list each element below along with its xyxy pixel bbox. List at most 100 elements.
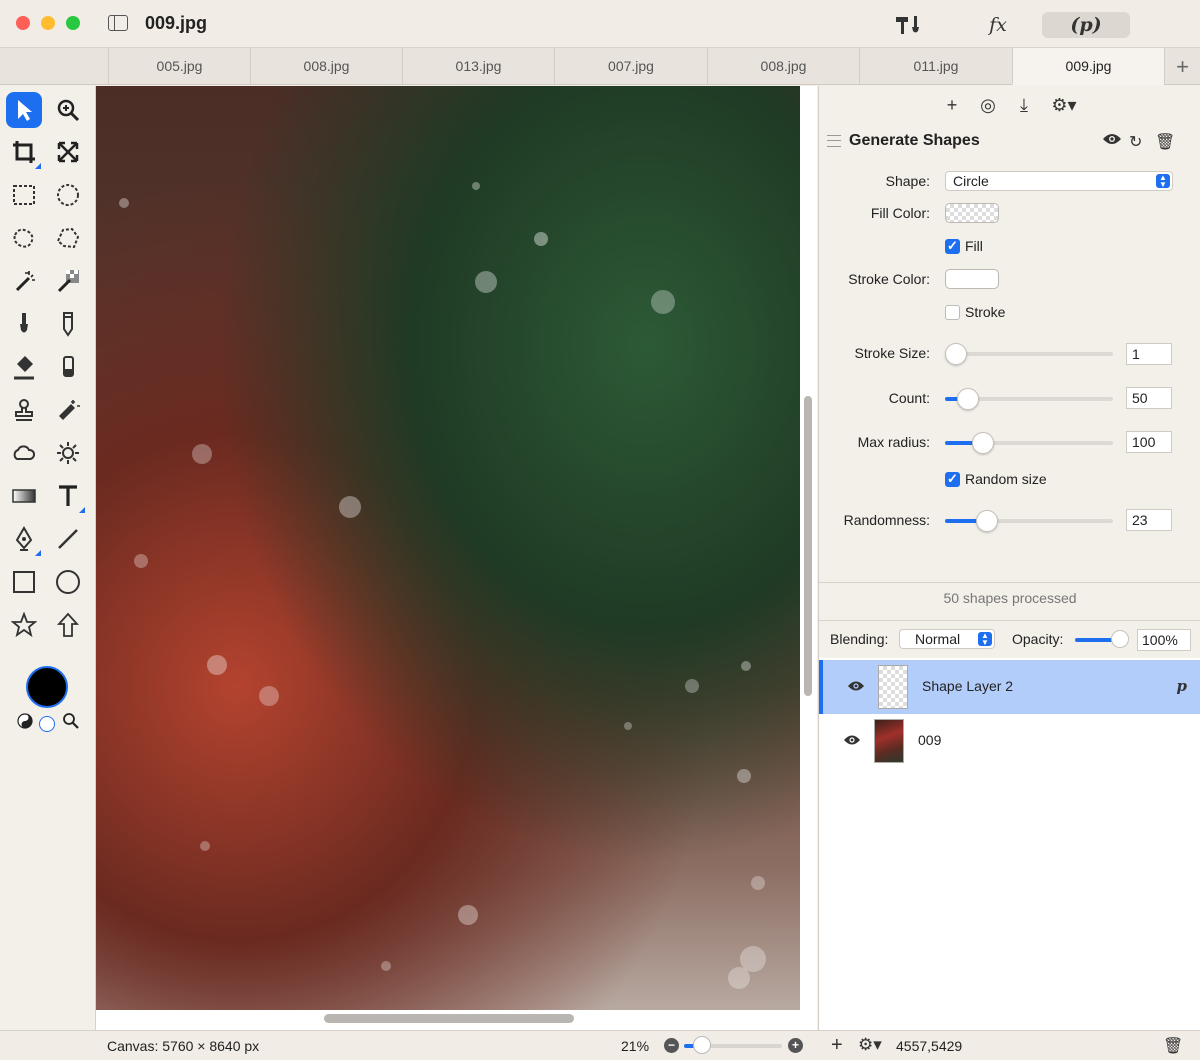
star-shape-icon[interactable] xyxy=(6,607,42,643)
max-radius-slider[interactable] xyxy=(945,432,1113,454)
background-color-swatch[interactable] xyxy=(39,716,55,732)
lasso-icon[interactable] xyxy=(6,220,42,256)
stroke-checkbox[interactable] xyxy=(945,305,960,320)
vertical-scrollbar[interactable] xyxy=(804,396,812,696)
close-window-button[interactable] xyxy=(16,16,30,30)
status-bar: Canvas: 5760 × 8640 px 21% − + + ⚙▾ 4557… xyxy=(0,1030,1200,1060)
stroke-size-field[interactable]: 1 xyxy=(1126,343,1172,365)
tab-009[interactable]: 009.jpg xyxy=(1012,48,1164,85)
gear-icon[interactable]: ⚙▾ xyxy=(1049,95,1079,116)
layer-visibility-eye-icon[interactable] xyxy=(847,680,865,692)
layer-row-009[interactable]: 009 xyxy=(819,714,1200,768)
ellipse-shape-icon[interactable] xyxy=(50,564,86,600)
fill-icon[interactable] xyxy=(6,349,42,385)
shape-select[interactable]: Circle ▲ ▼ xyxy=(945,171,1173,191)
opacity-knob[interactable] xyxy=(1111,630,1129,648)
zoom-out-icon[interactable]: − xyxy=(664,1038,679,1053)
count-field[interactable]: 50 xyxy=(1126,387,1172,409)
download-icon[interactable]: ⤓ xyxy=(1013,95,1035,116)
fill-checkbox[interactable] xyxy=(945,238,960,254)
rect-select-icon[interactable] xyxy=(6,177,42,213)
opacity-field[interactable]: 100% xyxy=(1137,629,1191,651)
zoom-icon[interactable] xyxy=(50,92,86,128)
crop-icon[interactable] xyxy=(6,134,42,170)
pen-icon[interactable] xyxy=(6,521,42,557)
zoom-knob[interactable] xyxy=(693,1036,711,1054)
canvas-size-info: Canvas: 5760 × 8640 px xyxy=(107,1038,260,1054)
random-size-checkbox[interactable] xyxy=(945,471,960,487)
zoom-in-icon[interactable]: + xyxy=(788,1038,803,1053)
fill-color-swatch[interactable] xyxy=(945,203,999,223)
minimize-window-button[interactable] xyxy=(41,16,55,30)
effects-icon[interactable]: ◎ xyxy=(977,95,999,116)
tab-013[interactable]: 013.jpg xyxy=(402,48,554,85)
count-knob[interactable] xyxy=(957,388,979,410)
tab-bar: 005.jpg 008.jpg 013.jpg 007.jpg 008.jpg … xyxy=(0,48,1200,85)
panel-toolbar: + ◎ ⤓ ⚙▾ xyxy=(819,86,1200,124)
polygon-lasso-icon[interactable] xyxy=(50,220,86,256)
effects-button[interactable]: fx xyxy=(980,12,1016,38)
randomness-slider[interactable] xyxy=(945,510,1113,532)
randomness-field[interactable]: 23 xyxy=(1126,509,1172,531)
foreground-color-swatch[interactable] xyxy=(26,666,68,708)
randomness-knob[interactable] xyxy=(976,510,998,532)
canvas-image-placeholder[interactable] xyxy=(96,86,800,1010)
max-radius-field[interactable]: 100 xyxy=(1126,431,1172,453)
tab-007[interactable]: 007.jpg xyxy=(554,48,707,85)
swap-colors-icon[interactable] xyxy=(17,713,33,729)
editor-window: 009.jpg fx (p) 005.jpg 008.jpg 013.jpg 0… xyxy=(0,0,1200,1060)
max-radius-knob[interactable] xyxy=(972,432,994,454)
stroke-size-slider[interactable] xyxy=(945,343,1113,365)
pencil-icon[interactable] xyxy=(50,306,86,342)
gradient-icon[interactable] xyxy=(6,478,42,514)
heal-icon[interactable] xyxy=(50,392,86,428)
transform-icon[interactable] xyxy=(50,134,86,170)
stroke-color-swatch[interactable] xyxy=(945,269,999,289)
tab-005[interactable]: 005.jpg xyxy=(108,48,250,85)
horizontal-scrollbar[interactable] xyxy=(324,1014,574,1023)
tools-button[interactable] xyxy=(890,12,930,38)
canvas-area[interactable] xyxy=(95,86,817,1030)
cloud-icon[interactable] xyxy=(6,435,42,471)
cursor-coordinates: 4557,5429 xyxy=(896,1038,963,1054)
add-layer-icon[interactable]: + xyxy=(831,1034,843,1057)
arrow-shape-icon[interactable] xyxy=(50,607,86,643)
zoom-window-button[interactable] xyxy=(66,16,80,30)
layer-visibility-eye-icon[interactable] xyxy=(843,734,861,746)
color-select-icon[interactable] xyxy=(50,263,86,299)
layer-row-shape-layer-2[interactable]: Shape Layer 2 p xyxy=(819,660,1200,714)
blending-select[interactable]: Normal ▲ ▼ xyxy=(899,629,995,649)
text-tool-icon[interactable] xyxy=(50,478,86,514)
section-title: Generate Shapes xyxy=(849,132,980,149)
drag-handle-icon[interactable] xyxy=(827,135,841,147)
rectangle-shape-icon[interactable] xyxy=(6,564,42,600)
add-icon[interactable]: + xyxy=(941,95,963,116)
plugins-button[interactable]: (p) xyxy=(1042,12,1130,38)
visibility-eye-icon[interactable] xyxy=(1102,132,1122,151)
chevron-updown-icon: ▲ ▼ xyxy=(1156,174,1170,189)
ellipse-select-icon[interactable] xyxy=(50,177,86,213)
trash-icon[interactable]: 🗑 xyxy=(1155,132,1175,152)
stroke-size-label: Stroke Size: xyxy=(854,345,930,361)
fill-checkbox-label: Fill xyxy=(965,238,983,254)
new-tab-button[interactable]: + xyxy=(1164,48,1200,85)
tab-011[interactable]: 011.jpg xyxy=(859,48,1012,85)
reset-icon[interactable]: ↻ xyxy=(1129,132,1142,152)
delete-layer-icon[interactable]: 🗑 xyxy=(1163,1036,1183,1056)
magic-wand-icon[interactable] xyxy=(6,263,42,299)
brush-icon[interactable] xyxy=(6,306,42,342)
clone-stamp-icon[interactable] xyxy=(6,392,42,428)
color-picker-zoom-icon[interactable] xyxy=(62,712,80,730)
line-icon[interactable] xyxy=(50,521,86,557)
sidebar-toggle-icon[interactable] xyxy=(108,15,128,31)
count-slider[interactable] xyxy=(945,388,1113,410)
layer-gear-icon[interactable]: ⚙▾ xyxy=(858,1035,882,1055)
tab-008-second[interactable]: 008.jpg xyxy=(707,48,859,85)
arrow-select-icon[interactable] xyxy=(6,92,42,128)
sun-icon[interactable] xyxy=(50,435,86,471)
tab-008[interactable]: 008.jpg xyxy=(250,48,402,85)
eraser-icon[interactable] xyxy=(50,349,86,385)
fill-color-label: Fill Color: xyxy=(870,205,930,221)
max-radius-label: Max radius: xyxy=(857,434,930,450)
stroke-size-knob[interactable] xyxy=(945,343,967,365)
